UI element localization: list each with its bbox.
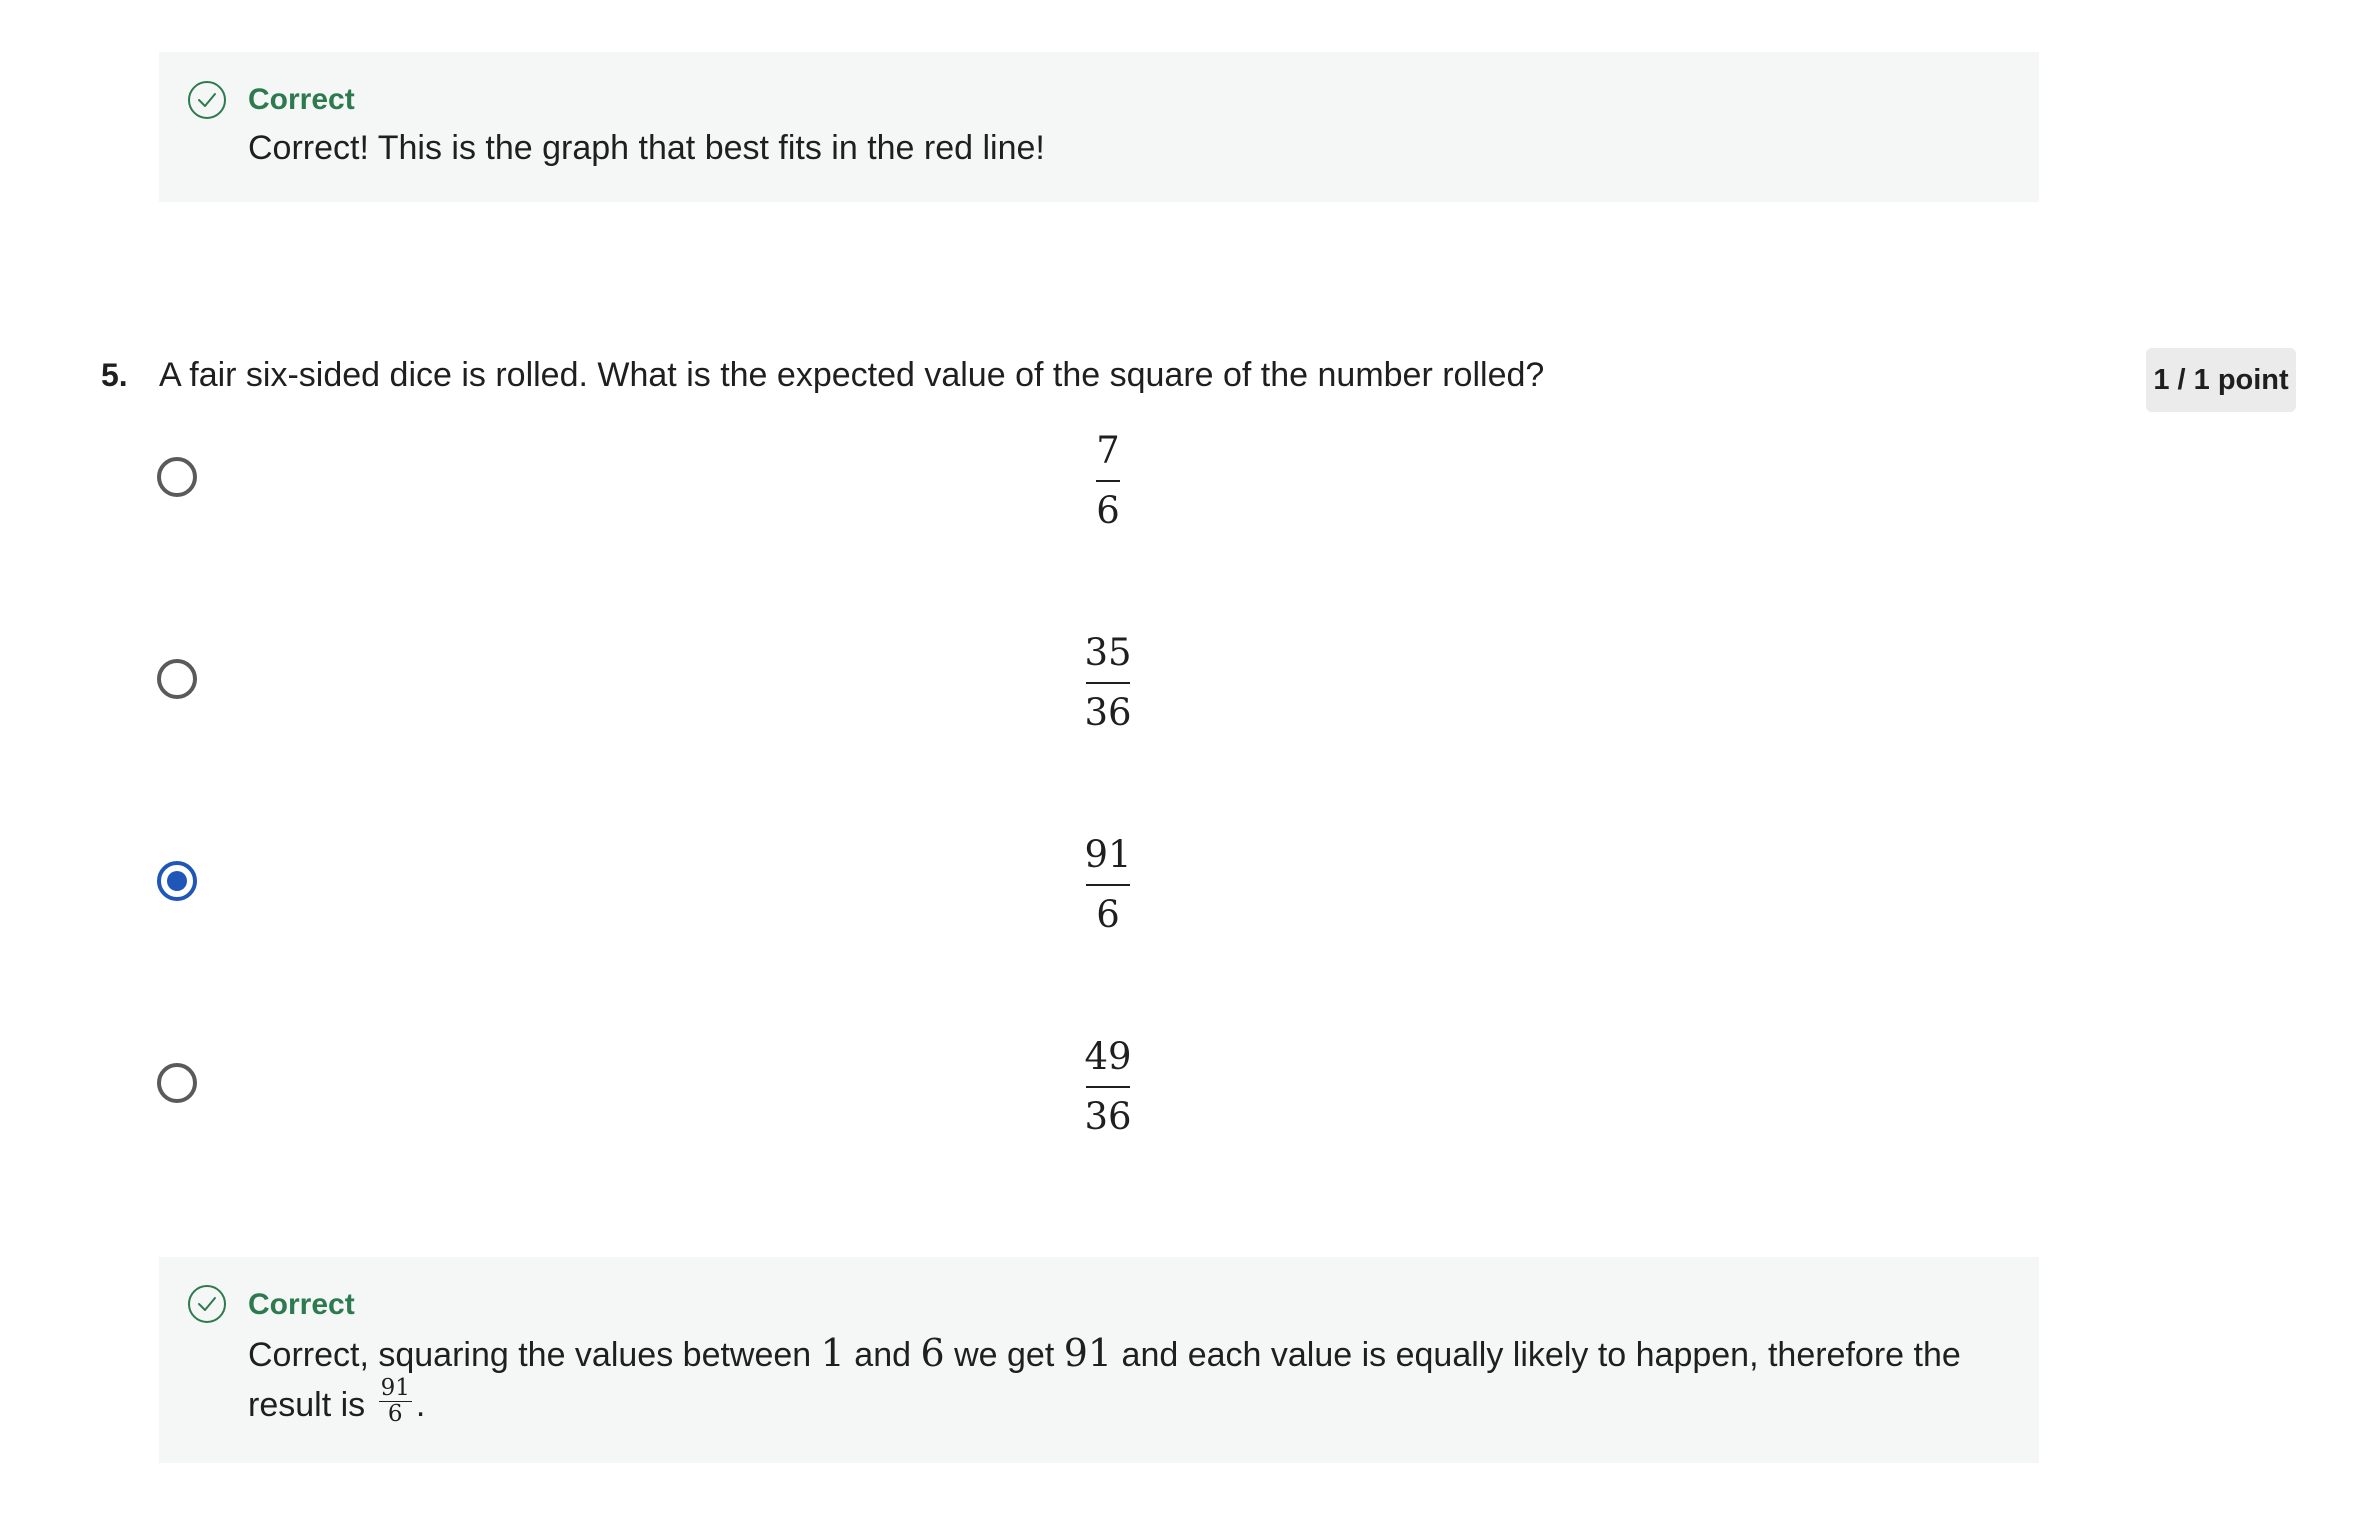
math-value: 6 — [920, 1331, 945, 1375]
feedback-status: Correct — [248, 1288, 355, 1321]
answer-option-1[interactable]: 7 6 — [150, 416, 2070, 546]
feedback-panel: Correct Correct, squaring the values bet… — [159, 1257, 2039, 1463]
fraction-denominator: 36 — [1084, 691, 1132, 734]
check-circle-icon — [188, 1285, 226, 1323]
option-fraction: 35 36 — [1068, 628, 1148, 738]
radio-button[interactable] — [157, 457, 197, 497]
option-fraction: 7 6 — [1068, 426, 1148, 536]
fraction-numerator: 35 — [1084, 631, 1132, 674]
radio-button[interactable] — [157, 1063, 197, 1103]
answer-option-3[interactable]: 91 6 — [150, 820, 2070, 950]
option-fraction: 91 6 — [1068, 830, 1148, 940]
radio-button-selected[interactable] — [157, 861, 197, 901]
radio-button[interactable] — [157, 659, 197, 699]
feedback-explanation: Correct, squaring the values between 1 a… — [248, 1328, 2008, 1433]
answer-option-4[interactable]: 49 36 — [150, 1022, 2070, 1152]
inline-fraction: 91 6 — [378, 1374, 412, 1427]
feedback-message: Correct! This is the graph that best fit… — [248, 129, 1045, 167]
fraction-bar — [1086, 884, 1130, 886]
answer-option-2[interactable]: 35 36 — [150, 618, 2070, 748]
fraction-denominator: 6 — [1096, 893, 1120, 936]
fraction-bar — [1096, 480, 1120, 482]
explanation-text: we get — [944, 1336, 1064, 1374]
question-text: A fair six-sided dice is rolled. What is… — [159, 356, 1545, 394]
explanation-text: . — [415, 1386, 426, 1424]
feedback-status: Correct — [248, 83, 355, 116]
fraction-numerator: 7 — [1096, 429, 1120, 472]
explanation-text: Correct, squaring the values between — [248, 1336, 821, 1374]
fraction-bar — [1086, 1086, 1130, 1088]
fraction-numerator: 91 — [1084, 833, 1132, 876]
option-fraction: 49 36 — [1068, 1032, 1148, 1142]
points-badge: 1 / 1 point — [2146, 348, 2296, 412]
fraction-denominator: 36 — [1084, 1095, 1132, 1138]
check-circle-icon — [188, 81, 226, 119]
feedback-panel-previous: Correct Correct! This is the graph that … — [159, 52, 2039, 202]
question-number: 5. — [101, 357, 128, 393]
fraction-bar — [1086, 682, 1130, 684]
fraction-numerator: 49 — [1084, 1035, 1132, 1078]
math-value: 1 — [820, 1331, 845, 1375]
fraction-denominator: 6 — [387, 1400, 403, 1427]
fraction-denominator: 6 — [1096, 489, 1120, 532]
fraction-numerator: 91 — [378, 1374, 412, 1402]
explanation-text: and — [844, 1336, 921, 1374]
math-value: 91 — [1063, 1331, 1113, 1375]
